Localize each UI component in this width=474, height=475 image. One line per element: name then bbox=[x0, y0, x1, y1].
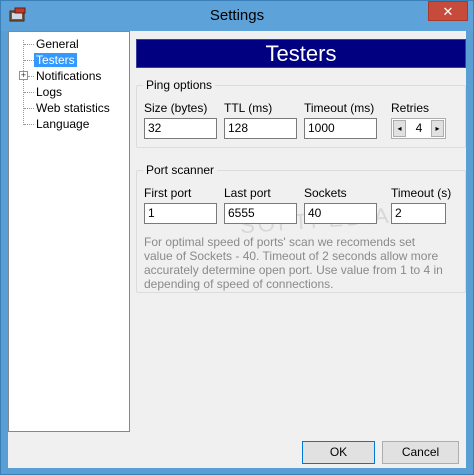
tree-connector bbox=[23, 40, 24, 125]
settings-tree[interactable]: + General Testers Notifications Logs Web… bbox=[8, 31, 130, 432]
ping-options-title: Ping options bbox=[143, 78, 216, 92]
page-title: Testers bbox=[136, 39, 466, 68]
tree-connector bbox=[24, 108, 34, 109]
tree-connector bbox=[24, 124, 34, 125]
first-port-input[interactable]: 1 bbox=[144, 203, 217, 224]
title-bar[interactable]: Settings ✕ bbox=[1, 1, 473, 31]
sockets-input[interactable]: 40 bbox=[304, 203, 377, 224]
tree-connector bbox=[24, 92, 34, 93]
retries-stepper[interactable]: ◂ 4 ▸ bbox=[391, 118, 446, 139]
scan-timeout-label: Timeout (s) bbox=[391, 186, 452, 200]
tree-item-language[interactable]: Language bbox=[34, 117, 91, 131]
ping-timeout-input[interactable]: 1000 bbox=[304, 118, 377, 139]
retries-label: Retries bbox=[391, 101, 430, 115]
spin-right-icon[interactable]: ▸ bbox=[431, 120, 444, 137]
scan-timeout-input[interactable]: 2 bbox=[391, 203, 446, 224]
ping-timeout-label: Timeout (ms) bbox=[304, 101, 375, 115]
first-port-label: First port bbox=[144, 186, 192, 200]
ok-button[interactable]: OK bbox=[302, 441, 375, 464]
spin-left-icon[interactable]: ◂ bbox=[393, 120, 406, 137]
ttl-label: TTL (ms) bbox=[224, 101, 273, 115]
tree-connector bbox=[24, 60, 34, 61]
port-scanner-help: For optimal speed of ports' scan we reco… bbox=[144, 235, 443, 291]
button-bar: OK Cancel bbox=[8, 436, 466, 468]
tree-connector bbox=[24, 44, 34, 45]
expand-icon[interactable]: + bbox=[19, 71, 28, 80]
close-button[interactable]: ✕ bbox=[428, 1, 468, 21]
last-port-input[interactable]: 6555 bbox=[224, 203, 297, 224]
client-area: + General Testers Notifications Logs Web… bbox=[8, 31, 466, 468]
size-input[interactable]: 32 bbox=[144, 118, 217, 139]
last-port-label: Last port bbox=[224, 186, 271, 200]
cancel-button[interactable]: Cancel bbox=[382, 441, 459, 464]
tree-item-logs[interactable]: Logs bbox=[34, 85, 64, 99]
settings-window: Settings ✕ + General Testers Notificatio… bbox=[0, 0, 474, 475]
sockets-label: Sockets bbox=[304, 186, 347, 200]
port-scanner-title: Port scanner bbox=[143, 163, 218, 177]
tree-item-testers[interactable]: Testers bbox=[34, 53, 77, 67]
tree-item-web-statistics[interactable]: Web statistics bbox=[34, 101, 112, 115]
tree-item-notifications[interactable]: Notifications bbox=[34, 69, 103, 83]
retries-value: 4 bbox=[415, 121, 423, 135]
tree-item-general[interactable]: General bbox=[34, 37, 81, 51]
window-title: Settings bbox=[209, 7, 265, 24]
ttl-input[interactable]: 128 bbox=[224, 118, 297, 139]
size-label: Size (bytes) bbox=[144, 101, 208, 115]
